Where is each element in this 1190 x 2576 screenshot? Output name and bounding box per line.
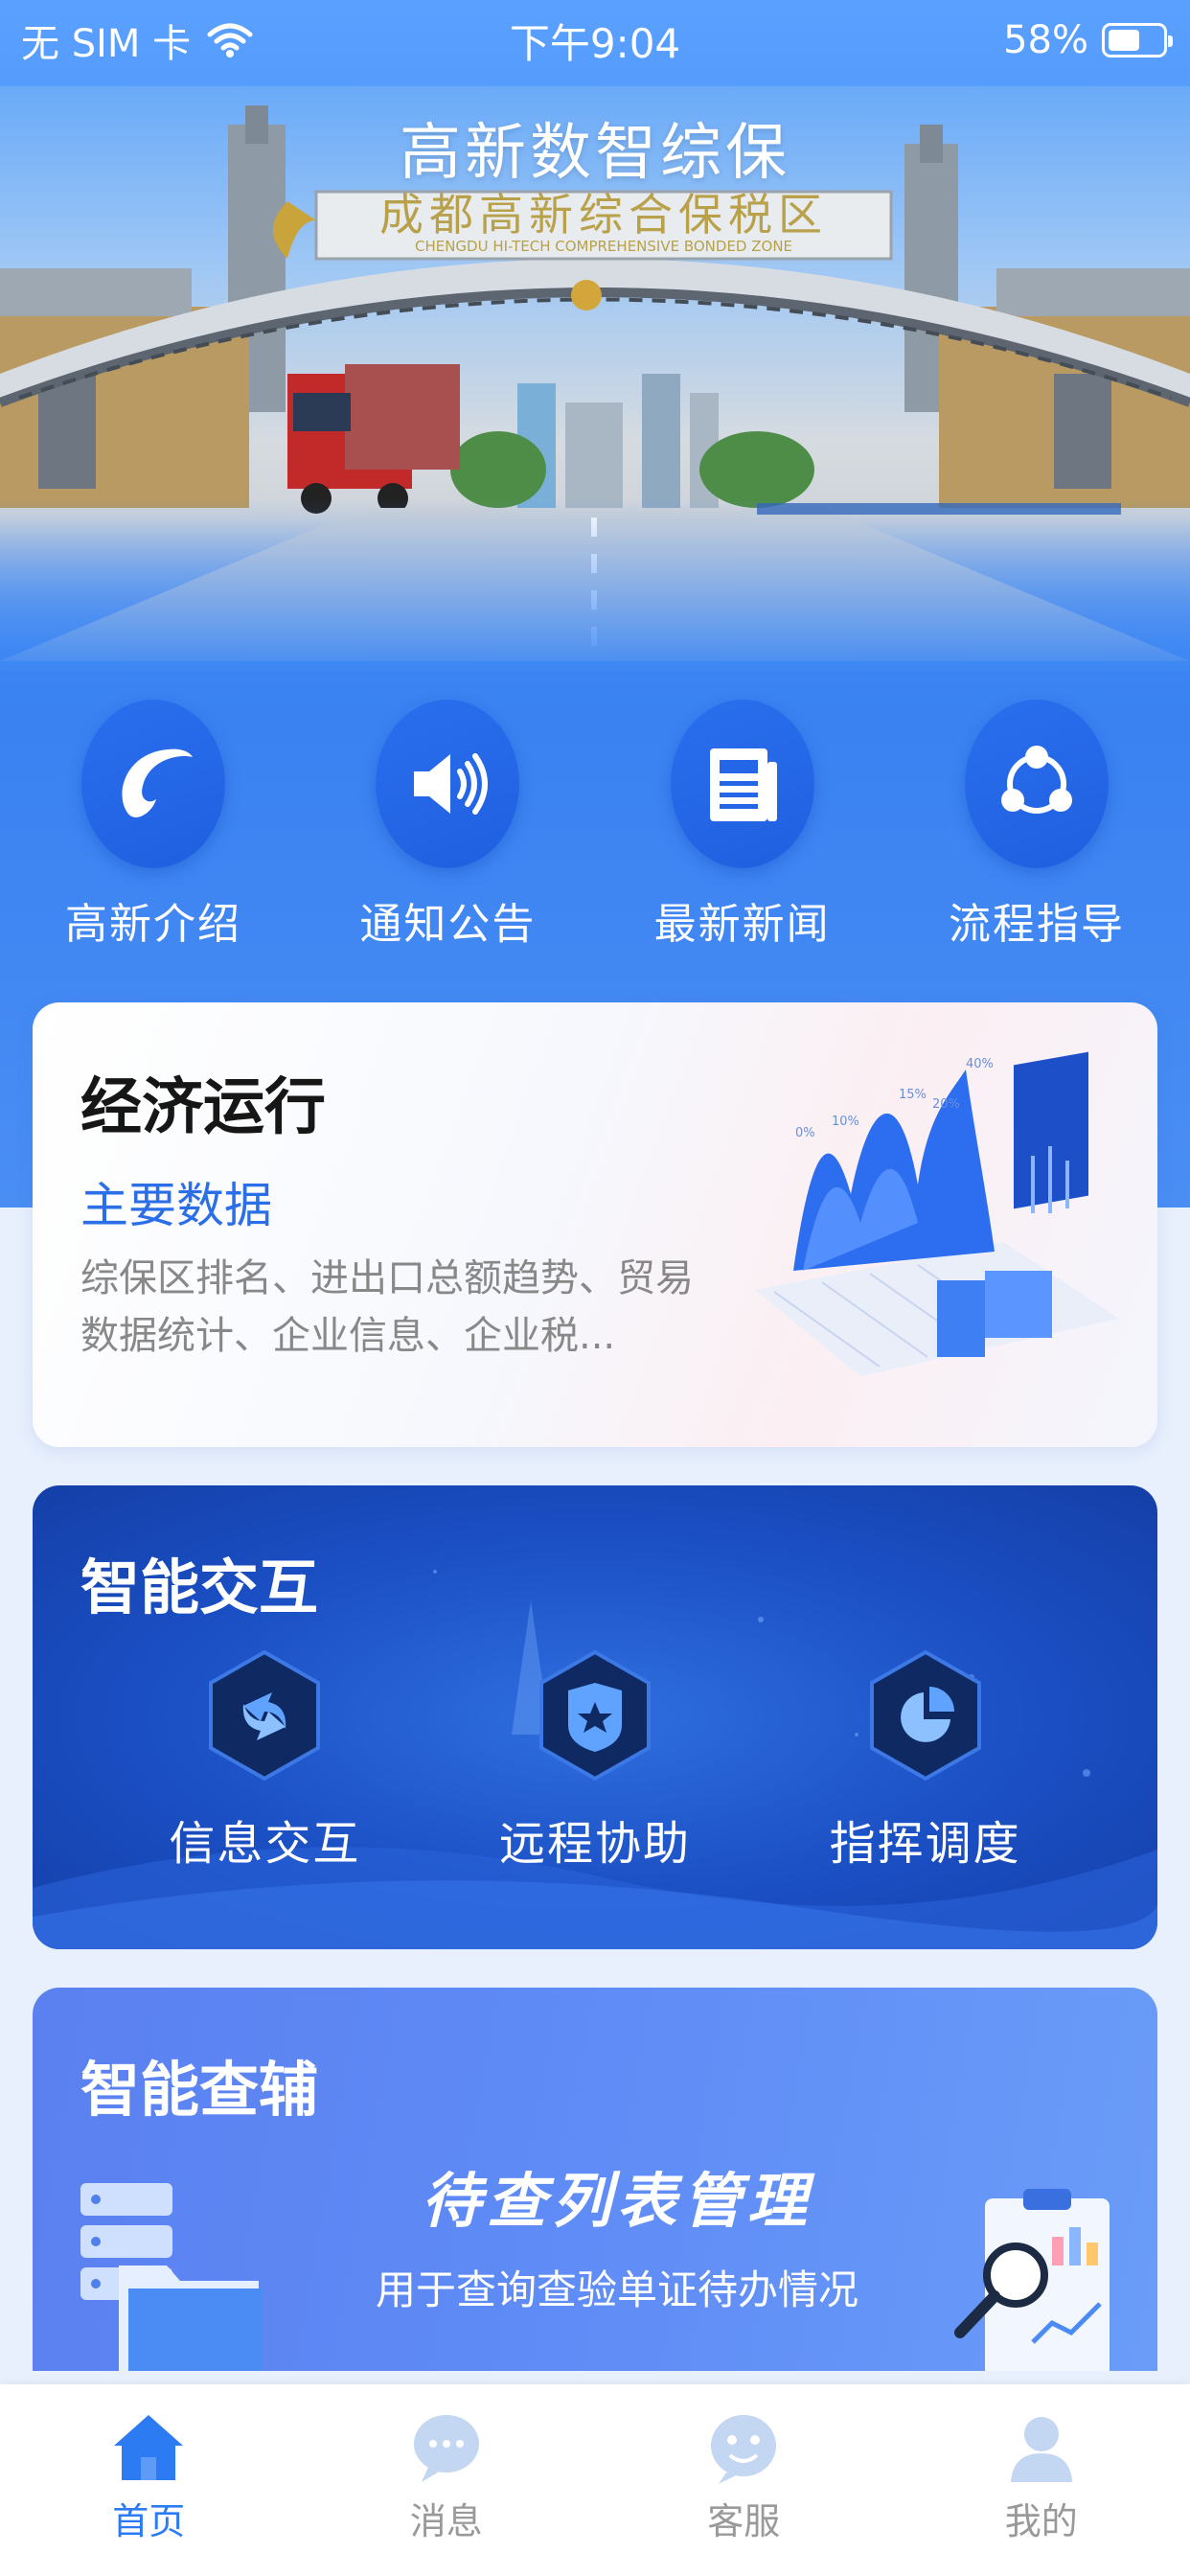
- newspaper-icon: [670, 700, 814, 868]
- chart-label-1: 10%: [832, 1115, 859, 1129]
- tab-messages[interactable]: 消息: [332, 2411, 561, 2576]
- economy-card[interactable]: 经济运行 主要数据 综保区排名、进出口总额趋势、贸易数据统计、企业信息、企业税.…: [33, 1002, 1157, 1447]
- gate-sign-en: CHENGDU HI-TECH COMPREHENSIVE BONDED ZON…: [415, 238, 792, 255]
- chat-bubble-icon: [413, 2415, 479, 2482]
- swirl-logo-icon: [81, 700, 225, 868]
- home-icon: [114, 2415, 184, 2480]
- tab-label: 首页: [112, 2500, 186, 2542]
- economy-description: 综保区排名、进出口总额趋势、贸易数据统计、企业信息、企业税...: [80, 1256, 694, 1358]
- bottom-tab-bar: 首页 消息 客服 我的: [0, 2384, 1190, 2576]
- economy-subtitle: 主要数据: [80, 1178, 272, 1233]
- battery-percent: 58%: [1003, 18, 1088, 62]
- tab-label: 客服: [707, 2500, 781, 2542]
- command-dispatch-label: 指挥调度: [829, 1817, 1021, 1871]
- quick-entry-label: 最新新闻: [653, 900, 831, 949]
- tab-label: 消息: [409, 2500, 483, 2542]
- status-bar: 无 SIM 卡 下午9:04 58%: [0, 0, 1190, 80]
- smart-inspection-title: 智能查辅: [80, 2055, 319, 2125]
- pending-list-description: 用于查询查验单证待办情况: [375, 2266, 858, 2313]
- smart-inspection-card[interactable]: 智能查辅 待查列表管理 用于查询查验单证待办情况: [33, 1988, 1157, 2371]
- quick-entry-label: 流程指导: [948, 900, 1125, 949]
- pie-chart-icon: [869, 1649, 981, 1782]
- gate-sign-cn: 成都高新综合保税区: [379, 189, 828, 241]
- battery-fill: [1109, 30, 1139, 51]
- quick-entry-label: 高新介绍: [65, 900, 241, 949]
- clipboard-search-icon: [954, 2189, 1110, 2371]
- pending-list-banner: 待查列表管理: [421, 2166, 812, 2236]
- smart-interaction-title: 智能交互: [80, 1552, 319, 1622]
- tab-profile[interactable]: 我的: [927, 2411, 1156, 2576]
- quick-entry-label: 通知公告: [359, 900, 537, 949]
- tab-customer-service[interactable]: 客服: [629, 2411, 858, 2576]
- user-icon: [1010, 2417, 1072, 2482]
- app-title: 高新数智综保: [400, 118, 790, 189]
- remote-assist-button[interactable]: 远程协助: [451, 1648, 739, 1873]
- smart-interaction-card: 智能交互 信息交互 远程协助 指挥调度: [33, 1485, 1157, 1949]
- share-nodes-icon: [964, 700, 1109, 868]
- quick-entry-hi-tech-intro[interactable]: 高新介绍: [29, 700, 278, 951]
- interaction-items: 信息交互 远程协助 指挥调度: [33, 1648, 1157, 1873]
- chart-label-4: 40%: [966, 1057, 994, 1071]
- info-exchange-button[interactable]: 信息交互: [121, 1648, 408, 1873]
- speaker-icon: [376, 700, 520, 868]
- quick-entry-row: 高新介绍 通知公告 最新新闻 流程指导: [29, 700, 1161, 951]
- remote-assist-label: 远程协助: [498, 1817, 691, 1871]
- badge-star-icon: [538, 1649, 651, 1782]
- folder-database-icon: [80, 2183, 263, 2371]
- battery-icon: [1102, 23, 1173, 58]
- customer-service-icon: [711, 2415, 777, 2484]
- quick-entry-notice[interactable]: 通知公告: [323, 700, 572, 951]
- info-exchange-label: 信息交互: [169, 1817, 361, 1871]
- tab-label: 我的: [1004, 2500, 1078, 2542]
- quick-entry-process-guide[interactable]: 流程指导: [912, 700, 1161, 951]
- chart-label-0: 0%: [795, 1126, 815, 1140]
- command-dispatch-button[interactable]: 指挥调度: [782, 1648, 1069, 1873]
- economy-title: 经济运行: [80, 1072, 326, 1143]
- exchange-arrows-icon: [209, 1649, 321, 1782]
- chart-label-3: 20%: [932, 1097, 960, 1112]
- data-chart-illustration: 0% 10% 15% 20% 40%: [755, 1051, 1119, 1376]
- quick-entry-news[interactable]: 最新新闻: [618, 700, 867, 951]
- chart-label-2: 15%: [899, 1088, 927, 1102]
- tab-home[interactable]: 首页: [34, 2411, 263, 2576]
- hero-fade-overlay: [0, 498, 1190, 671]
